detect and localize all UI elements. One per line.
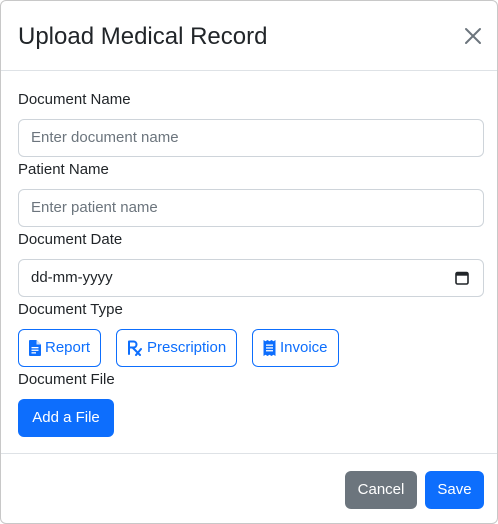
document-date-value: dd-mm-yyyy bbox=[31, 269, 113, 286]
modal-title: Upload Medical Record bbox=[18, 23, 268, 50]
close-button[interactable] bbox=[461, 24, 485, 48]
document-name-placeholder: Enter document name bbox=[31, 129, 179, 146]
type-invoice-label: Invoice bbox=[280, 339, 328, 356]
modal-header: Upload Medical Record bbox=[1, 1, 497, 71]
patient-name-input[interactable]: Enter patient name bbox=[18, 189, 484, 227]
document-icon bbox=[29, 340, 41, 356]
document-type-label: Document Type bbox=[18, 301, 123, 318]
cancel-button[interactable]: Cancel bbox=[345, 471, 417, 509]
document-date-label: Document Date bbox=[18, 231, 123, 248]
patient-name-label: Patient Name bbox=[18, 161, 109, 178]
modal-footer: Cancel Save bbox=[1, 453, 497, 523]
type-invoice-button[interactable]: Invoice bbox=[252, 329, 339, 367]
type-report-button[interactable]: Report bbox=[18, 329, 102, 367]
close-icon bbox=[465, 28, 481, 44]
type-prescription-button[interactable]: Prescription bbox=[116, 329, 238, 367]
document-name-label: Document Name bbox=[18, 91, 131, 108]
type-prescription-label: Prescription bbox=[147, 339, 227, 356]
receipt-icon bbox=[263, 340, 276, 356]
calendar-icon[interactable] bbox=[455, 271, 469, 285]
upload-medical-record-modal: Upload Medical Record Document Name Ente… bbox=[0, 0, 498, 524]
save-button[interactable]: Save bbox=[425, 471, 484, 509]
add-file-button[interactable]: Add a File bbox=[18, 399, 114, 437]
document-date-input[interactable]: dd-mm-yyyy bbox=[18, 259, 484, 297]
prescription-icon bbox=[128, 340, 142, 356]
patient-name-placeholder: Enter patient name bbox=[31, 199, 158, 216]
document-name-input[interactable]: Enter document name bbox=[18, 119, 484, 157]
type-report-label: Report bbox=[45, 339, 91, 356]
document-file-label: Document File bbox=[18, 371, 115, 388]
